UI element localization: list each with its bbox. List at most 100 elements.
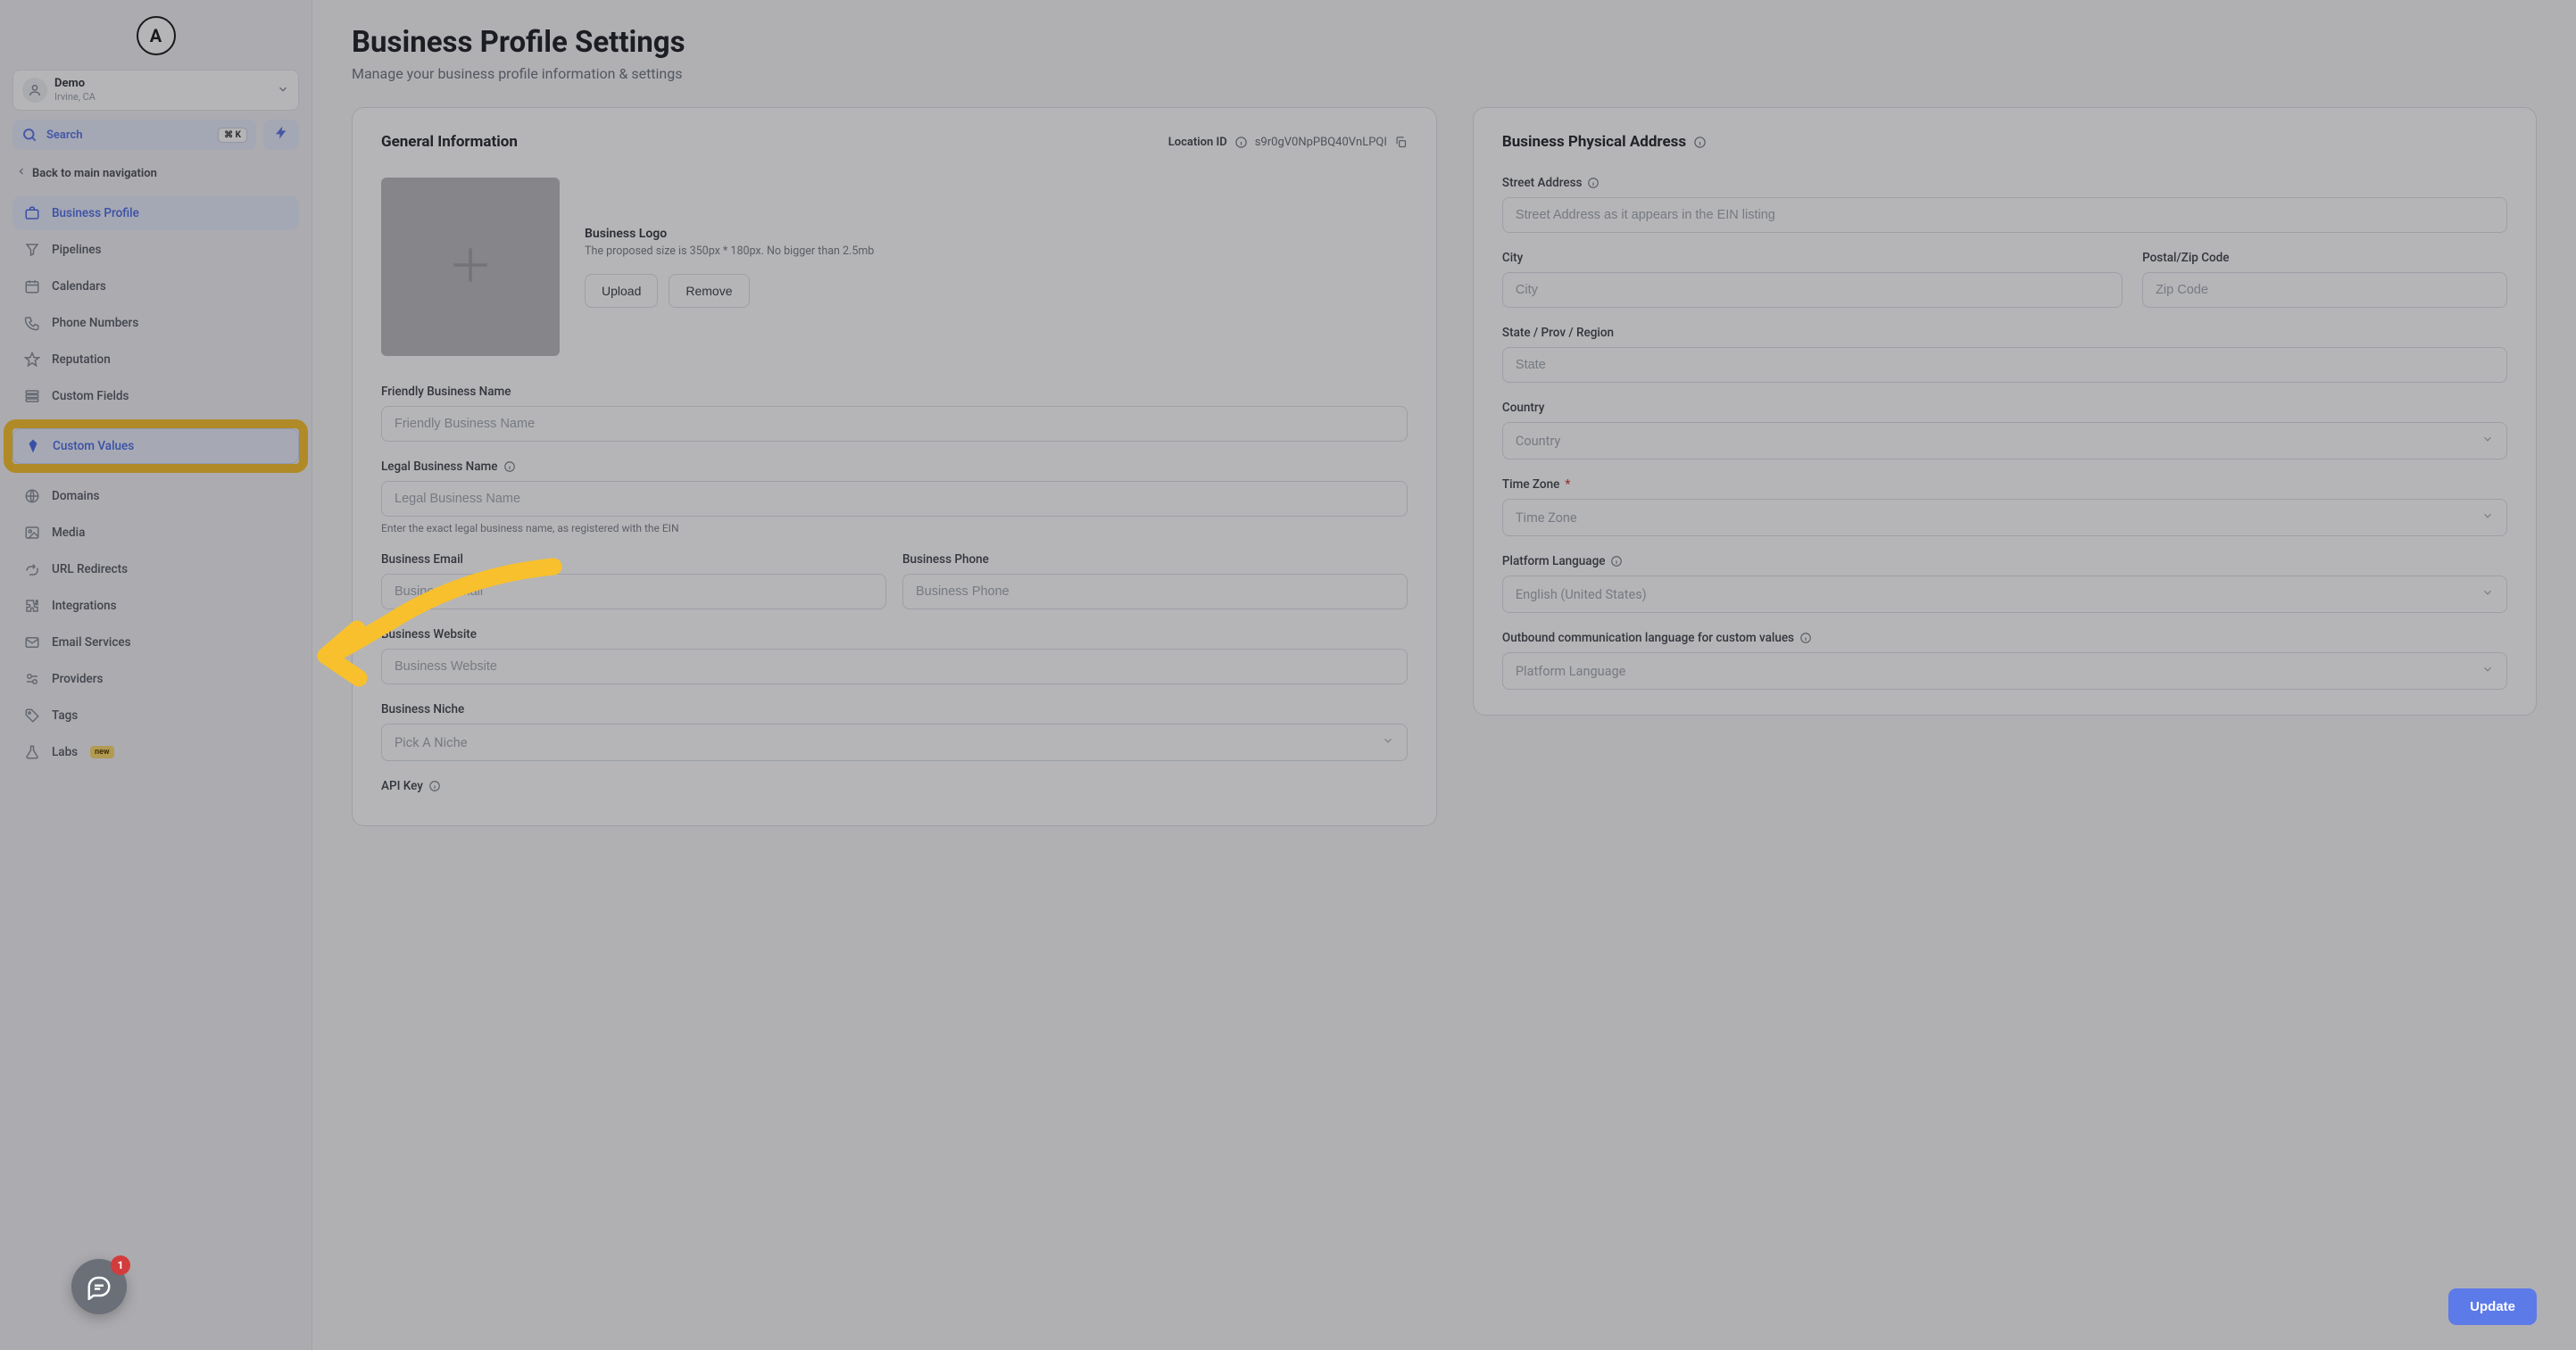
friendly-name-label: Friendly Business Name xyxy=(381,385,1408,399)
providers-icon xyxy=(23,670,41,688)
mail-icon xyxy=(23,634,41,651)
sidebar-item-url-redirects[interactable]: URL Redirects xyxy=(12,552,299,586)
search-button[interactable]: Search ⌘ K xyxy=(12,120,256,150)
timezone-label: Time Zone * xyxy=(1502,477,2507,492)
legal-name-input[interactable] xyxy=(381,481,1408,517)
sidebar-item-label: Tags xyxy=(52,708,78,723)
sidebar-item-label: Email Services xyxy=(52,635,131,650)
back-to-main-nav[interactable]: Back to main navigation xyxy=(12,159,299,187)
plus-icon xyxy=(445,240,495,294)
street-address-input[interactable] xyxy=(1502,197,2507,233)
info-icon[interactable] xyxy=(1693,136,1707,149)
sidebar-item-label: Reputation xyxy=(52,352,111,367)
info-icon[interactable] xyxy=(428,780,441,792)
sidebar-item-label: Media xyxy=(52,526,85,540)
chat-button[interactable]: 1 xyxy=(71,1259,127,1314)
platform-language-select[interactable]: English (United States) xyxy=(1502,576,2507,613)
sidebar-item-media[interactable]: Media xyxy=(12,516,299,550)
zip-input[interactable] xyxy=(2142,272,2507,308)
remove-button[interactable]: Remove xyxy=(669,274,749,308)
update-button[interactable]: Update xyxy=(2448,1288,2537,1325)
sidebar-item-custom-values[interactable]: Custom Values xyxy=(12,428,299,464)
state-label: State / Prov / Region xyxy=(1502,326,2507,340)
select-placeholder: Country xyxy=(1516,434,2481,449)
chevron-down-icon xyxy=(1382,734,1394,750)
sidebar-item-label: URL Redirects xyxy=(52,562,128,576)
logo-upload-dropzone[interactable] xyxy=(381,178,560,356)
brand-logo: A xyxy=(137,16,176,55)
business-website-input[interactable] xyxy=(381,649,1408,684)
outbound-language-select[interactable]: Platform Language xyxy=(1502,652,2507,690)
legal-name-hint: Enter the exact legal business name, as … xyxy=(381,522,1408,534)
image-icon xyxy=(23,524,41,542)
logo-title: Business Logo xyxy=(585,227,874,241)
sidebar-item-tags[interactable]: Tags xyxy=(12,699,299,733)
business-niche-select[interactable]: Pick A Niche xyxy=(381,724,1408,761)
country-select[interactable]: Country xyxy=(1502,422,2507,460)
flask-icon xyxy=(23,743,41,761)
sidebar-item-reputation[interactable]: Reputation xyxy=(12,343,299,377)
select-placeholder: English (United States) xyxy=(1516,587,2481,602)
street-address-label: Street Address xyxy=(1502,176,2507,190)
sidebar-item-pipelines[interactable]: Pipelines xyxy=(12,233,299,267)
info-icon[interactable] xyxy=(1587,177,1600,189)
info-icon[interactable] xyxy=(1799,632,1812,644)
timezone-select[interactable]: Time Zone xyxy=(1502,499,2507,536)
sidebar-item-label: Calendars xyxy=(52,279,106,294)
puzzle-icon xyxy=(23,597,41,615)
diamond-icon xyxy=(24,437,42,455)
sidebar-item-phone-numbers[interactable]: Phone Numbers xyxy=(12,306,299,340)
logo-hint: The proposed size is 350px * 180px. No b… xyxy=(585,244,874,258)
info-icon[interactable] xyxy=(1234,136,1248,149)
chevron-down-icon xyxy=(277,82,289,99)
sidebar-item-domains[interactable]: Domains xyxy=(12,479,299,513)
select-placeholder: Platform Language xyxy=(1516,664,2481,679)
settings-nav: Business Profile Pipelines Calendars Pho… xyxy=(12,196,299,769)
info-icon[interactable] xyxy=(1610,555,1623,567)
phone-icon xyxy=(23,314,41,332)
sidebar-item-business-profile[interactable]: Business Profile xyxy=(12,196,299,230)
upload-button[interactable]: Upload xyxy=(585,274,658,308)
quick-action-button[interactable] xyxy=(263,120,299,150)
chevron-down-icon xyxy=(2481,663,2494,679)
new-badge: new xyxy=(90,746,114,758)
info-icon[interactable] xyxy=(503,460,516,473)
sidebar-item-email-services[interactable]: Email Services xyxy=(12,625,299,659)
sidebar-item-integrations[interactable]: Integrations xyxy=(12,589,299,623)
business-email-input[interactable] xyxy=(381,574,886,609)
page-subtitle: Manage your business profile information… xyxy=(352,65,2537,82)
chat-badge: 1 xyxy=(111,1255,130,1275)
sidebar-item-providers[interactable]: Providers xyxy=(12,662,299,696)
city-input[interactable] xyxy=(1502,272,2123,308)
general-info-card: General Information Location ID s9r0gV0N… xyxy=(352,107,1437,826)
state-input[interactable] xyxy=(1502,347,2507,383)
location-id-value: s9r0gV0NpPBQ40VnLPQI xyxy=(1255,136,1387,149)
location-subtitle: Irvine, CA xyxy=(54,91,270,103)
sidebar: A Demo Irvine, CA Search ⌘ K xyxy=(0,0,312,1350)
location-id-row: Location ID s9r0gV0NpPBQ40VnLPQI xyxy=(1168,136,1408,149)
highlight-annotation: Custom Values xyxy=(4,419,308,473)
zip-label: Postal/Zip Code xyxy=(2142,251,2507,265)
sidebar-item-calendars[interactable]: Calendars xyxy=(12,269,299,303)
search-icon xyxy=(21,127,37,143)
sidebar-item-label: Custom Values xyxy=(53,439,134,453)
brand: A xyxy=(12,16,299,55)
sidebar-item-label: Phone Numbers xyxy=(52,316,138,330)
copy-icon[interactable] xyxy=(1394,136,1408,149)
redirect-icon xyxy=(23,560,41,578)
location-id-label: Location ID xyxy=(1168,136,1227,149)
page-title: Business Profile Settings xyxy=(352,25,2537,60)
sidebar-item-label: Pipelines xyxy=(52,243,101,257)
sidebar-item-label: Labs xyxy=(52,745,78,759)
friendly-name-input[interactable] xyxy=(381,406,1408,442)
business-phone-input[interactable] xyxy=(902,574,1408,609)
location-selector[interactable]: Demo Irvine, CA xyxy=(12,70,299,111)
sidebar-item-labs[interactable]: Labs new xyxy=(12,735,299,769)
search-label: Search xyxy=(46,128,209,142)
sidebar-item-label: Providers xyxy=(52,672,103,686)
sidebar-item-custom-fields[interactable]: Custom Fields xyxy=(12,379,299,413)
location-title: Demo xyxy=(54,78,270,91)
chevron-down-icon xyxy=(2481,586,2494,602)
update-bar: Update xyxy=(2448,1288,2537,1325)
briefcase-icon xyxy=(23,204,41,222)
